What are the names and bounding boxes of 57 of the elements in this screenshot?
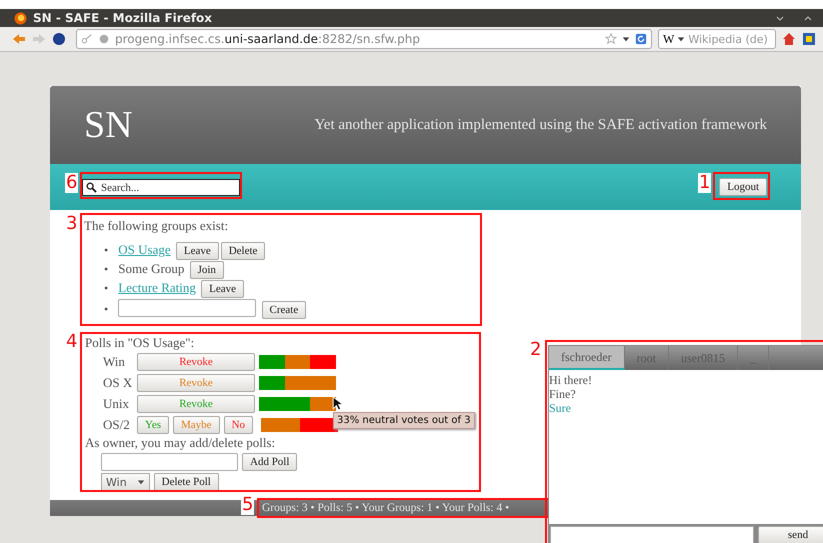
firefox-icon — [14, 12, 27, 24]
chat-message: Fine? — [549, 387, 577, 401]
revoke-button[interactable]: Revoke — [137, 352, 255, 370]
chat-message: Hi there! — [549, 373, 593, 387]
bullet: • — [104, 302, 110, 316]
back-icon[interactable] — [12, 32, 26, 46]
poll-select[interactable]: Win — [101, 473, 150, 491]
poll-name-field[interactable] — [101, 453, 238, 471]
create-button[interactable]: Create — [262, 300, 306, 318]
chat-message: Sure — [549, 401, 572, 415]
annotation-number: 1 — [698, 173, 712, 193]
poll-name: OS/2 — [103, 416, 131, 432]
polls-heading: Polls in "OS Usage": — [85, 335, 196, 351]
web-search-field[interactable]: W Wikipedia (de) — [658, 29, 776, 49]
tooltip: 33% neutral votes out of 3 — [333, 412, 475, 429]
star-icon[interactable] — [605, 33, 617, 45]
poll-name: Unix — [103, 396, 130, 412]
group-action-button[interactable]: Leave — [176, 242, 219, 260]
bullet: • — [104, 281, 110, 296]
add-poll-button[interactable]: Add Poll — [242, 453, 298, 471]
address-bar[interactable]: progeng.infsec.cs.uni-saarland.de:8282/sn.sfw.php — [76, 29, 652, 49]
caret-icon — [136, 478, 145, 486]
window-title: SN - SAFE - Mozilla Firefox — [33, 11, 212, 25]
group-name-field[interactable] — [118, 299, 256, 317]
cursor-icon — [332, 396, 343, 411]
poll-name: Win — [103, 354, 126, 370]
group-action-button[interactable]: Leave — [201, 280, 244, 298]
logout-button[interactable]: Logout — [719, 178, 767, 196]
url-text: progeng.infsec.cs.uni-saarland.de:8282/sn.sfw.php — [115, 32, 420, 46]
owner-note: As owner, you may add/delete polls: — [85, 435, 276, 451]
tagline: Yet another application implemented using the SAFE activation framework — [314, 116, 767, 134]
caret-icon[interactable] — [677, 35, 686, 43]
send-button[interactable]: send — [758, 526, 823, 543]
key-icon — [81, 33, 93, 45]
group-action-button[interactable]: Delete — [220, 242, 266, 260]
bullet: • — [104, 262, 110, 277]
poll-name: OS X — [103, 374, 134, 390]
search-field[interactable]: Search... — [82, 179, 240, 196]
groups-heading: The following groups exist: — [84, 218, 230, 234]
home-icon[interactable] — [782, 32, 796, 46]
reload-icon[interactable] — [635, 33, 647, 45]
search-icon — [86, 182, 97, 193]
vote-button[interactable]: No — [224, 416, 254, 434]
annotation-number: 5 — [241, 495, 254, 515]
addon-icon[interactable] — [52, 32, 66, 46]
annotation-box — [713, 172, 770, 200]
annotation-number: 6 — [65, 173, 78, 193]
site-logo: SN — [84, 103, 133, 147]
chat-input[interactable] — [550, 526, 754, 543]
chat-tab[interactable]: fschroeder — [549, 346, 625, 370]
caret-icon[interactable] — [622, 35, 630, 43]
bullet: • — [104, 243, 110, 258]
delete-poll-button[interactable]: Delete Poll — [154, 473, 219, 491]
bookmark-icon[interactable] — [802, 32, 816, 46]
globe-icon — [98, 33, 110, 45]
group-name: Some Group — [118, 261, 184, 276]
group-action-button[interactable]: Join — [190, 261, 224, 279]
